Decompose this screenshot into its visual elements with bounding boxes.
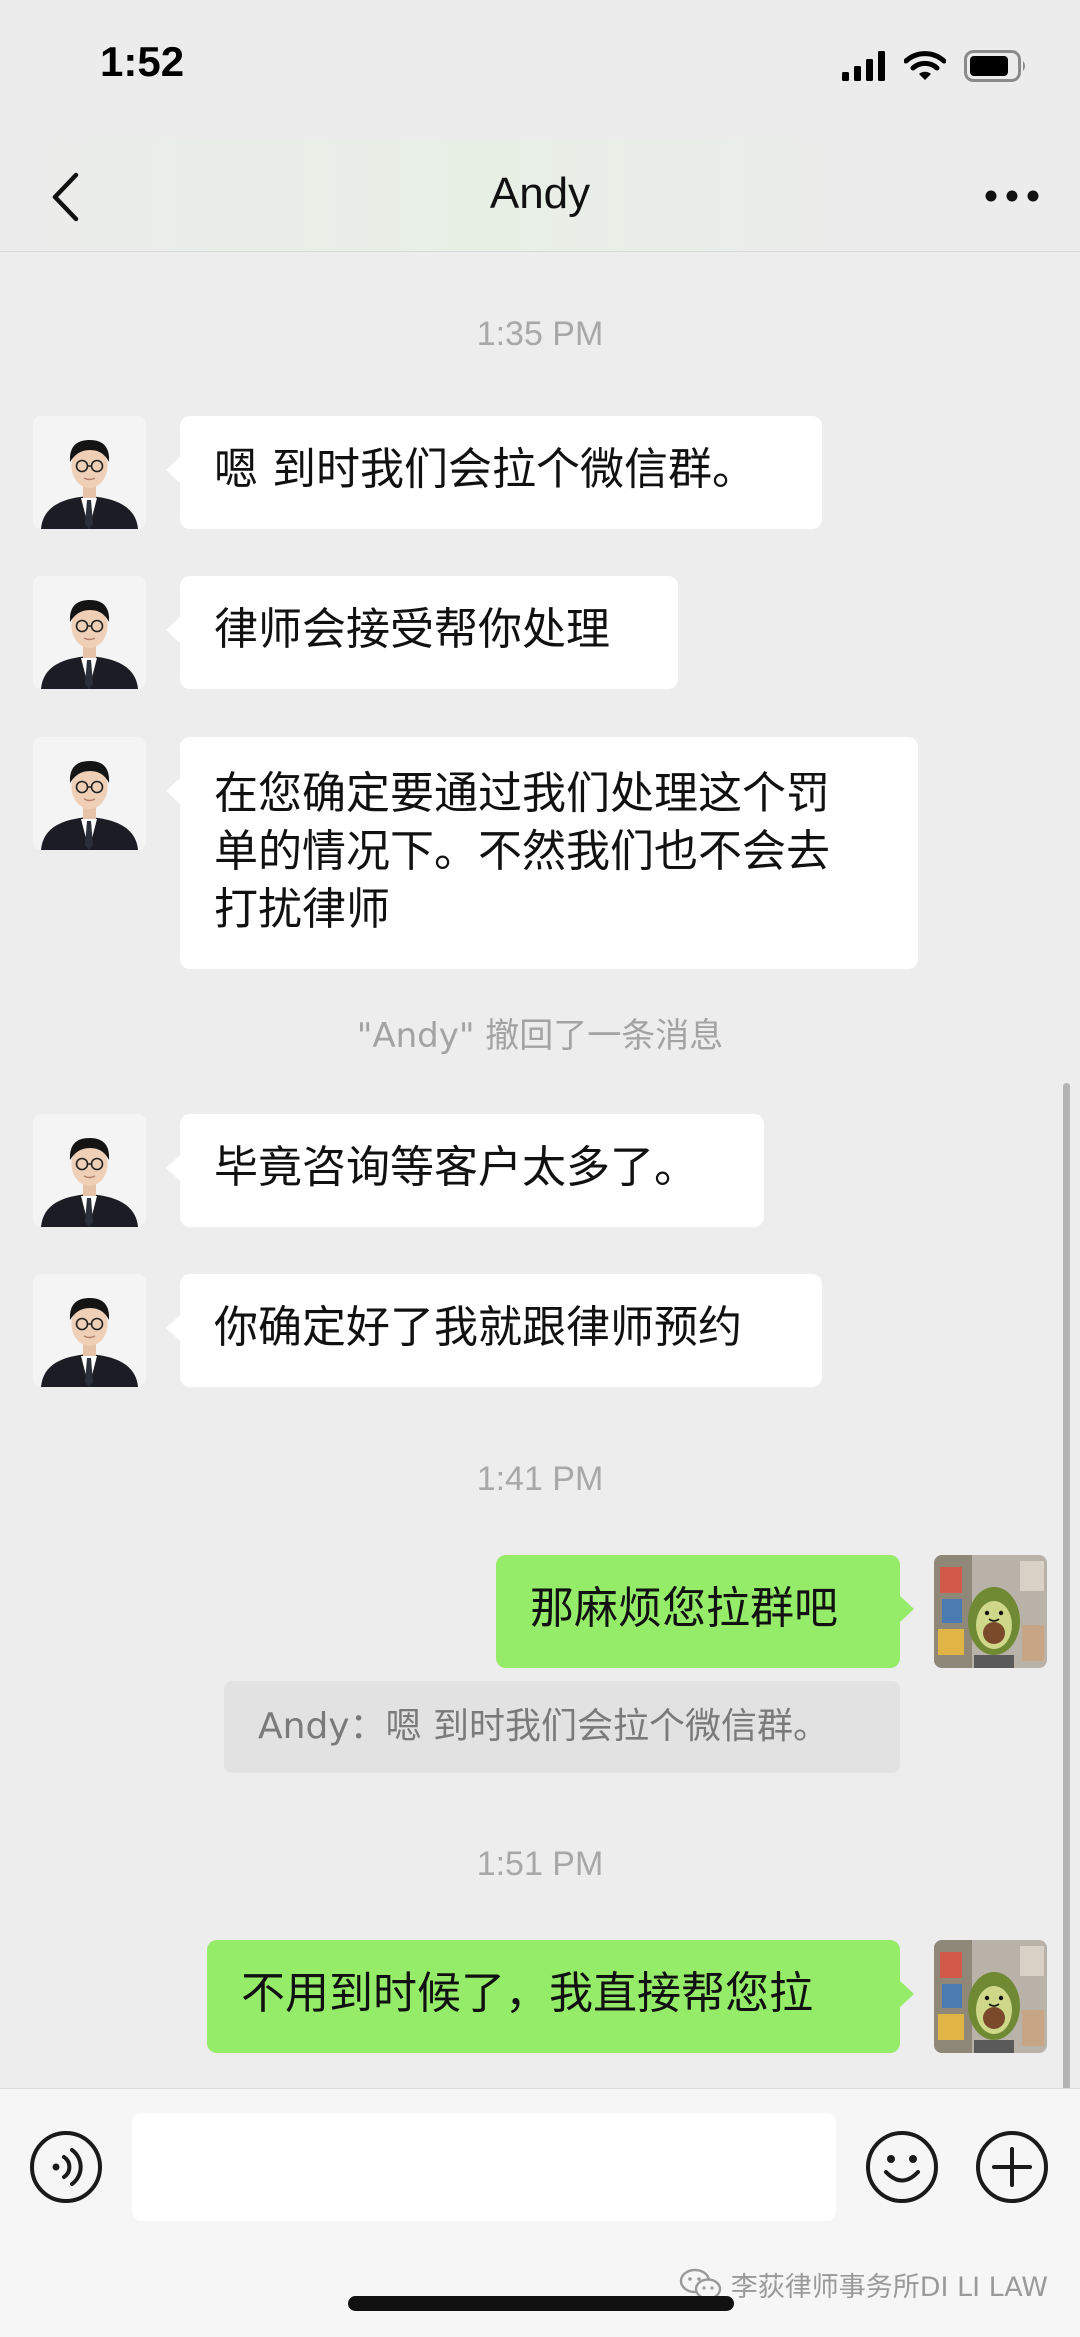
- outgoing-message-bubble[interactable]: 不用到时候了，我直接帮您拉: [207, 1940, 914, 2053]
- incoming-message-bubble[interactable]: 嗯 到时我们会拉个微信群。: [166, 416, 822, 529]
- message-text: 你确定好了我就跟律师预约: [214, 1302, 742, 1353]
- emoji-icon: [866, 2131, 938, 2203]
- battery-icon: [964, 50, 1028, 86]
- message-text: 毕竟咨询等客户太多了。: [214, 1142, 698, 1193]
- message-text-line: 在您确定要通过我们处理这个罚: [214, 768, 830, 819]
- chat-screen: 1:52 Andy 1:35 PM 嗯 到时我们会拉个微信群。 律师会接受帮你处…: [0, 0, 1080, 2337]
- watermark-text: 李荻律师事务所DI LI LAW: [730, 2272, 1048, 2303]
- chat-title: Andy: [489, 169, 591, 218]
- incoming-message-bubble[interactable]: 在您确定要通过我们处理这个罚 单的情况下。不然我们也不会去 打扰律师: [166, 737, 918, 969]
- quoted-text: Andy：嗯 到时我们会拉个微信群。: [258, 1706, 830, 1747]
- incoming-message-bubble[interactable]: 你确定好了我就跟律师预约: [166, 1274, 822, 1387]
- wifi-icon: [903, 50, 947, 86]
- message-text-line: 单的情况下。不然我们也不会去: [214, 826, 830, 877]
- incoming-message-bubble[interactable]: 毕竟咨询等客户太多了。: [166, 1114, 764, 1227]
- message-input[interactable]: [132, 2113, 836, 2221]
- my-avatar[interactable]: [934, 1555, 1047, 1668]
- more-button[interactable]: [970, 166, 1054, 226]
- time-label: 1:41 PM: [476, 1460, 604, 1498]
- watermark: 李荻律师事务所DI LI LAW: [679, 2265, 1048, 2304]
- contact-avatar[interactable]: [33, 416, 146, 529]
- home-indicator[interactable]: [348, 2296, 734, 2311]
- incoming-message-bubble[interactable]: 律师会接受帮你处理: [166, 576, 678, 689]
- plus-circle-icon: [976, 2131, 1048, 2203]
- contact-avatar[interactable]: [33, 737, 146, 850]
- contact-avatar[interactable]: [33, 1114, 146, 1227]
- my-avatar[interactable]: [934, 1940, 1047, 2053]
- message-text: 不用到时候了，我直接帮您拉: [241, 1968, 813, 2019]
- quoted-message[interactable]: Andy：嗯 到时我们会拉个微信群。: [224, 1681, 900, 1773]
- time-label: 1:35 PM: [476, 315, 604, 353]
- voice-icon: [30, 2131, 102, 2203]
- voice-button[interactable]: [28, 2129, 104, 2205]
- time-label: 1:51 PM: [476, 1845, 604, 1883]
- message-text: 那麻烦您拉群吧: [530, 1583, 838, 1634]
- emoji-button[interactable]: [864, 2129, 940, 2205]
- recall-notice: "Andy" 撤回了一条消息: [356, 1016, 724, 1056]
- status-bar: 1:52: [0, 0, 1080, 140]
- message-text-line: 打扰律师: [214, 884, 390, 935]
- more-dots-icon: [985, 190, 1039, 202]
- status-icons: [842, 46, 1028, 90]
- message-list[interactable]: 1:35 PM 嗯 到时我们会拉个微信群。 律师会接受帮你处理 在您确定要通过我…: [0, 253, 1080, 2333]
- signal-icon: [842, 51, 886, 85]
- message-text: 律师会接受帮你处理: [214, 604, 610, 655]
- outgoing-message-bubble[interactable]: 那麻烦您拉群吧: [496, 1555, 914, 1668]
- status-time: 1:52: [100, 38, 185, 85]
- nav-bar: Andy: [0, 140, 1080, 252]
- contact-avatar[interactable]: [33, 1274, 146, 1387]
- add-button[interactable]: [974, 2129, 1050, 2205]
- contact-avatar[interactable]: [33, 576, 146, 689]
- message-text: 嗯 到时我们会拉个微信群。: [214, 444, 756, 495]
